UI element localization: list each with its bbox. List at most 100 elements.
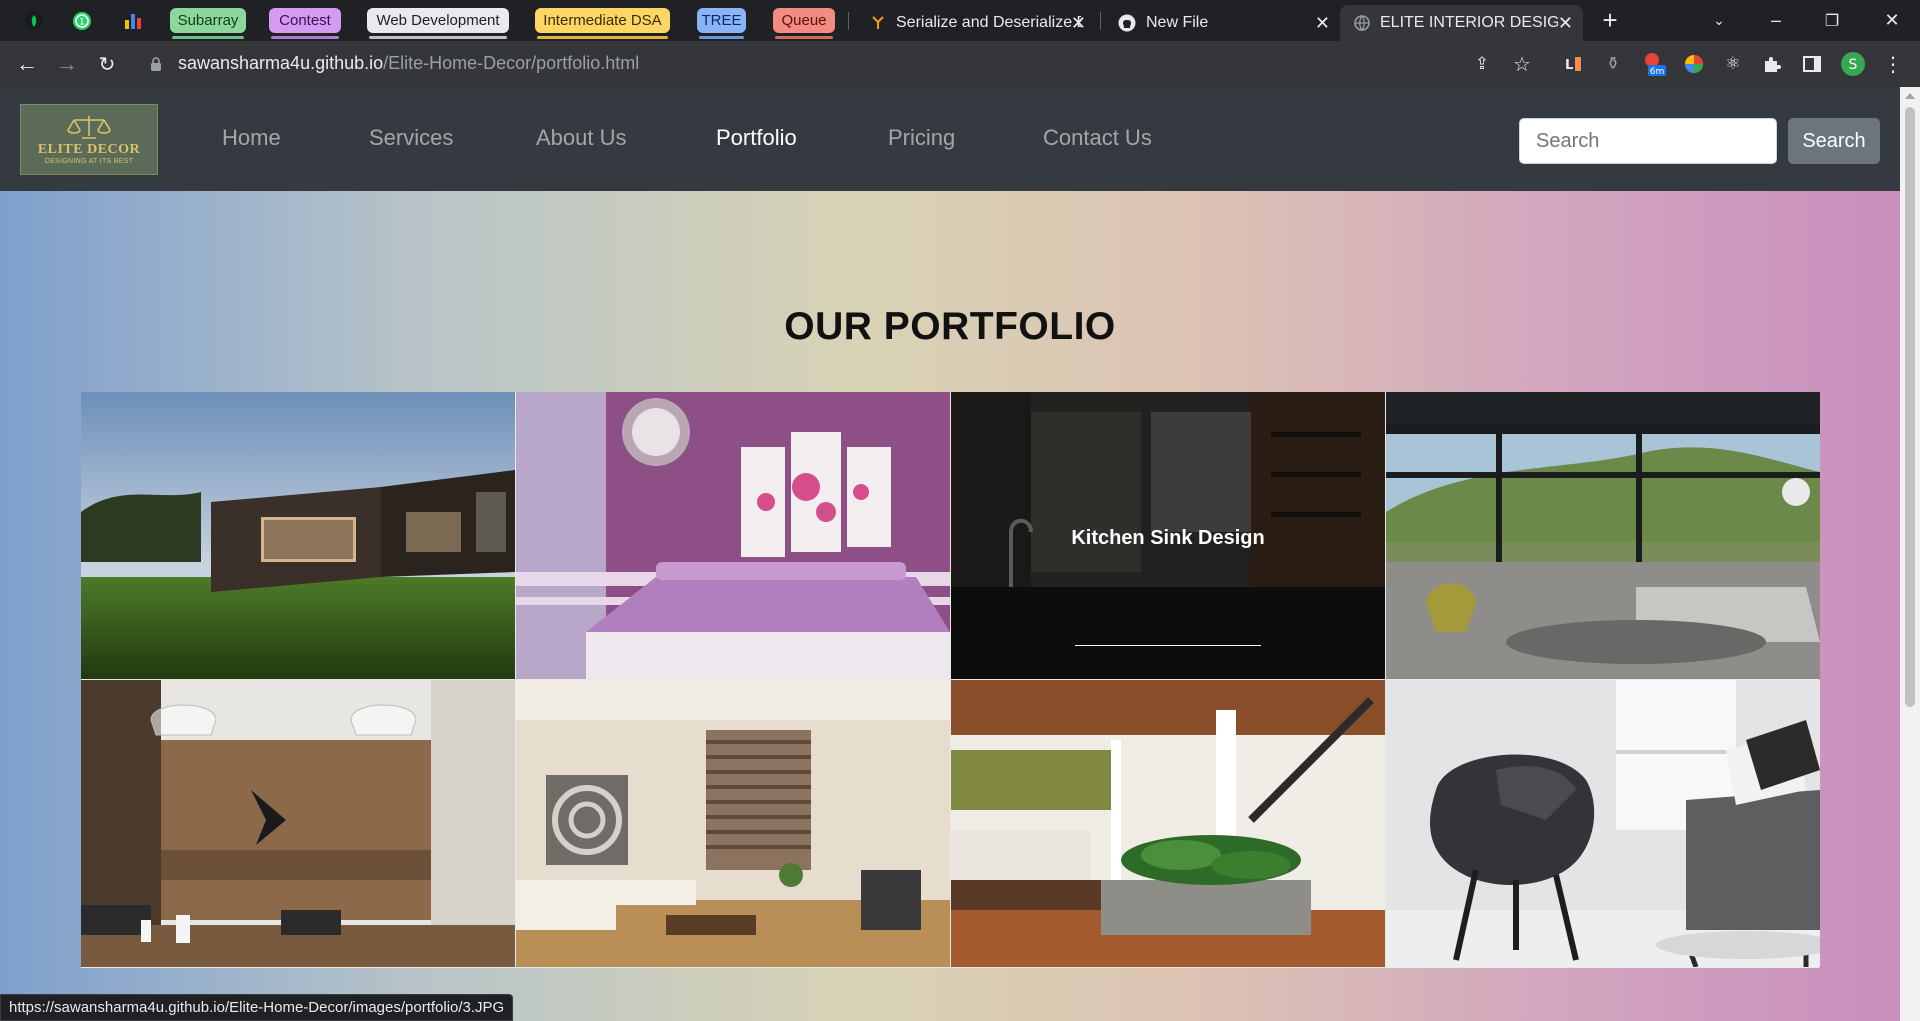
- nav-contact-us[interactable]: Contact Us: [1043, 125, 1152, 151]
- pill-underline: [537, 36, 668, 39]
- github-icon: [1118, 14, 1136, 32]
- bookmark-intermediate-dsa[interactable]: Intermediate DSA: [535, 8, 670, 39]
- scroll-up-icon[interactable]: [1905, 93, 1915, 99]
- tab-separator: [1100, 12, 1101, 30]
- tab-elite-interior[interactable]: ELITE INTERIOR DESIGNING ✕: [1340, 5, 1583, 41]
- logo-title: ELITE DECOR: [37, 142, 141, 157]
- analytics-icon[interactable]: [117, 6, 149, 36]
- status-bar-url: https://sawansharma4u.github.io/Elite-Ho…: [0, 994, 514, 1021]
- caption-divider: [1075, 645, 1261, 646]
- profile-initial: S: [1849, 57, 1858, 73]
- portfolio-image: [516, 680, 950, 967]
- leaf-icon[interactable]: [18, 6, 50, 36]
- bookmark-star-icon[interactable]: ☆: [1509, 51, 1535, 77]
- pill-underline: [369, 36, 507, 39]
- extension-badge: 6m: [1650, 67, 1665, 77]
- svg-text:1: 1: [79, 18, 85, 28]
- hover-overlay: Kitchen Sink Design: [951, 392, 1385, 679]
- nav-services[interactable]: Services: [369, 125, 453, 151]
- tab-separator: [848, 12, 849, 30]
- logo-tagline: DESIGNING AT ITS BEST: [44, 158, 134, 165]
- portfolio-image: [1386, 392, 1820, 679]
- nav-pricing[interactable]: Pricing: [888, 125, 955, 151]
- bookmark-contest[interactable]: Contest: [269, 8, 341, 39]
- tab-new-file[interactable]: New File ✕: [1104, 5, 1340, 41]
- whatsapp-icon[interactable]: 1: [66, 6, 98, 36]
- page-title: OUR PORTFOLIO: [784, 305, 1116, 348]
- pill-underline: [172, 36, 244, 39]
- reload-icon[interactable]: ↻: [91, 48, 123, 80]
- scrollbar-thumb[interactable]: [1905, 107, 1915, 707]
- tab-strip: 1 Subarray Contest Web Development Inter…: [0, 0, 1920, 41]
- address-bar[interactable]: sawansharma4u.github.io/Elite-Home-Decor…: [178, 53, 639, 74]
- nav-portfolio[interactable]: Portfolio: [716, 125, 797, 151]
- pill-underline: [775, 36, 833, 39]
- browser-toolbar: ← → ↻ sawansharma4u.github.io/Elite-Home…: [0, 41, 1920, 87]
- bookmark-subarray[interactable]: Subarray: [170, 8, 246, 39]
- portfolio-image: [1386, 680, 1820, 967]
- bookmark-queue[interactable]: Queue: [773, 8, 835, 39]
- tab-title: ELITE INTERIOR DESIGNING: [1380, 14, 1558, 31]
- search-input[interactable]: [1519, 118, 1777, 164]
- bookmark-label: Web Development: [376, 12, 500, 29]
- minimize-icon[interactable]: –: [1750, 0, 1802, 41]
- portfolio-item-4[interactable]: [1386, 392, 1820, 679]
- tab-search-chevron-icon[interactable]: ⌄: [1693, 0, 1745, 41]
- bookmark-tree[interactable]: TREE: [697, 8, 746, 39]
- svg-text:L: L: [1565, 58, 1573, 73]
- react-devtools-icon[interactable]: ⚛: [1720, 51, 1746, 77]
- close-window-icon[interactable]: ✕: [1866, 0, 1918, 41]
- tab-title: New File: [1146, 14, 1209, 31]
- tab-title: Serialize and Deserialize B: [896, 14, 1081, 31]
- back-icon[interactable]: ←: [11, 48, 43, 80]
- portfolio-image: [81, 680, 515, 967]
- site-navbar: ELITE DECOR DESIGNING AT ITS BEST Home S…: [0, 87, 1900, 191]
- timer-extension-icon[interactable]: 6m: [1641, 51, 1667, 77]
- page-viewport: ELITE DECOR DESIGNING AT ITS BEST Home S…: [0, 87, 1900, 1021]
- nav-home[interactable]: Home: [222, 125, 281, 151]
- portfolio-item-5[interactable]: [81, 680, 515, 967]
- extensions-puzzle-icon[interactable]: [1759, 51, 1785, 77]
- gfg-icon: [872, 16, 884, 29]
- extension-jar-icon[interactable]: ⚱: [1600, 51, 1626, 77]
- bookmark-label: Contest: [279, 12, 331, 29]
- lighthouse-extension-icon[interactable]: L: [1561, 51, 1587, 77]
- portfolio-item-2[interactable]: [516, 392, 950, 679]
- profile-avatar[interactable]: S: [1840, 51, 1866, 77]
- lock-icon: [151, 57, 161, 71]
- bookmark-label: Queue: [781, 12, 827, 29]
- url-host: sawansharma4u.github.io: [178, 53, 384, 73]
- pill-underline: [271, 36, 339, 39]
- new-tab-icon[interactable]: +: [1584, 0, 1636, 41]
- pill-underline: [699, 36, 744, 39]
- tab-serialize[interactable]: Serialize and Deserialize B ✕: [856, 5, 1096, 41]
- close-icon[interactable]: ✕: [1071, 13, 1086, 34]
- color-wheel-icon[interactable]: [1681, 51, 1707, 77]
- forward-icon[interactable]: →: [51, 48, 83, 80]
- portfolio-image: [516, 392, 950, 679]
- share-icon[interactable]: ⇪: [1469, 51, 1495, 77]
- menu-kebab-icon[interactable]: ⋮: [1880, 51, 1906, 77]
- portfolio-item-7[interactable]: [951, 680, 1385, 967]
- side-panel-icon[interactable]: [1799, 51, 1825, 77]
- portfolio-item-6[interactable]: [516, 680, 950, 967]
- portfolio-item-8[interactable]: [1386, 680, 1820, 967]
- bookmark-web-development[interactable]: Web Development: [367, 8, 509, 39]
- search-button[interactable]: Search: [1788, 118, 1880, 164]
- portfolio-item-1[interactable]: [81, 392, 515, 679]
- close-icon[interactable]: ✕: [1558, 13, 1573, 34]
- bookmark-label: TREE: [701, 12, 742, 29]
- site-logo[interactable]: ELITE DECOR DESIGNING AT ITS BEST: [20, 104, 158, 175]
- portfolio-image: [951, 680, 1385, 967]
- nav-about-us[interactable]: About Us: [536, 125, 627, 151]
- bookmark-label: Subarray: [177, 12, 239, 29]
- restore-icon[interactable]: ❐: [1806, 0, 1858, 41]
- globe-icon: [1354, 15, 1370, 31]
- portfolio-item-3[interactable]: Kitchen Sink Design: [951, 392, 1385, 679]
- url-path: /Elite-Home-Decor/portfolio.html: [383, 53, 640, 73]
- page-scrollbar[interactable]: [1900, 87, 1920, 1021]
- close-icon[interactable]: ✕: [1315, 13, 1330, 34]
- scales-icon: [67, 116, 111, 139]
- portfolio-image: [81, 392, 515, 679]
- bookmark-label: Intermediate DSA: [543, 12, 662, 29]
